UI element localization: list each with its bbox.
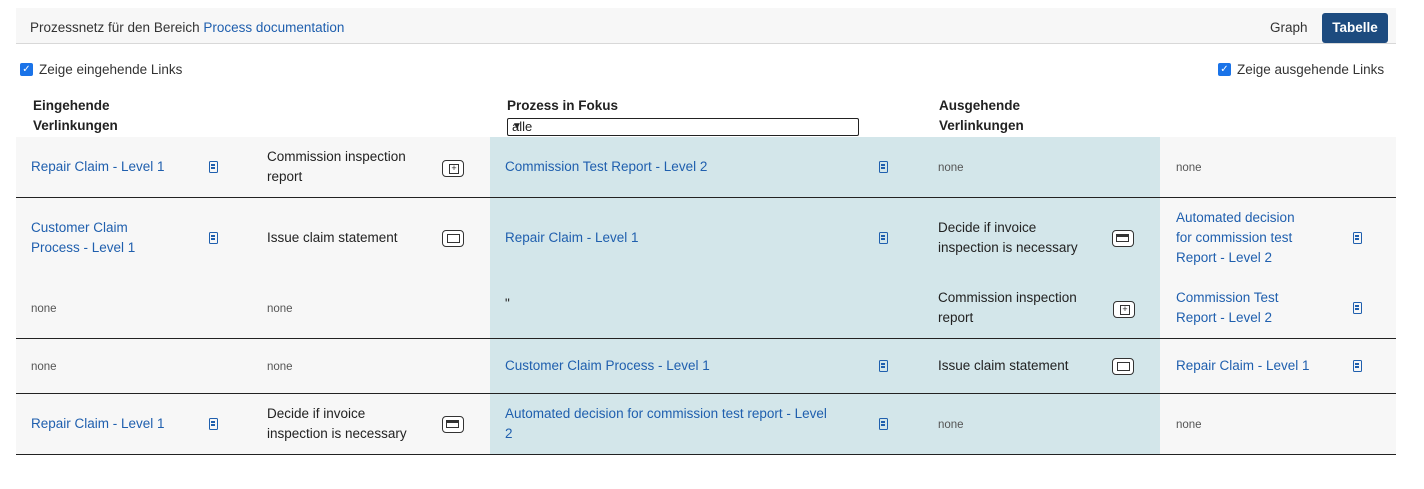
business-rule-icon bbox=[1112, 230, 1134, 247]
focus-process-link[interactable]: Customer Claim Process - Level 1 bbox=[505, 356, 710, 376]
outgoing-process-none: none bbox=[1176, 162, 1202, 174]
incoming-process-link[interactable]: Repair Claim - Level 1 bbox=[31, 157, 165, 177]
breadcrumb: Prozessnetz für den Bereich Process docu… bbox=[30, 20, 344, 35]
outgoing-process-line3[interactable]: Report - Level 2 bbox=[1176, 248, 1295, 268]
focus-process-link[interactable]: Automated decision for commission test r… bbox=[505, 404, 855, 444]
checkbox-checked-icon[interactable]: ✓ bbox=[20, 63, 33, 76]
outgoing-task-line1: Commission inspection bbox=[938, 290, 1077, 305]
outgoing-task-none: none bbox=[938, 162, 964, 174]
document-icon[interactable] bbox=[879, 360, 888, 372]
incoming-process-line1[interactable]: Customer Claim bbox=[31, 218, 135, 238]
subprocess-icon bbox=[442, 160, 464, 177]
show-outgoing-checkbox[interactable]: ✓ Zeige ausgehende Links bbox=[1218, 62, 1384, 77]
document-icon[interactable] bbox=[1353, 360, 1362, 372]
outgoing-process-line1[interactable]: Commission Test bbox=[1176, 288, 1279, 308]
incoming-task-line2: inspection is necessary bbox=[267, 426, 407, 441]
document-icon[interactable] bbox=[1353, 302, 1362, 314]
outgoing-process-link[interactable]: Commission Test Report - Level 2 bbox=[1176, 288, 1279, 328]
incoming-task-line2: report bbox=[267, 169, 303, 184]
show-incoming-checkbox[interactable]: ✓ Zeige eingehende Links bbox=[20, 62, 182, 77]
focus-process-line2[interactable]: 2 bbox=[505, 424, 855, 444]
outgoing-header: Ausgehende Verlinkungen bbox=[939, 96, 1024, 136]
incoming-process-none: none bbox=[31, 303, 57, 315]
incoming-process-none: none bbox=[31, 361, 57, 373]
incoming-header-line1: Eingehende bbox=[33, 98, 110, 113]
incoming-process-link[interactable]: Repair Claim - Level 1 bbox=[31, 414, 165, 434]
focus-ditto-mark: " bbox=[505, 296, 510, 311]
document-icon[interactable] bbox=[879, 232, 888, 244]
outgoing-process-line1[interactable]: Automated decision bbox=[1176, 208, 1295, 228]
focus-process-link[interactable]: Repair Claim - Level 1 bbox=[505, 228, 639, 248]
incoming-task: Decide if invoice inspection is necessar… bbox=[267, 404, 407, 444]
focus-header: Prozess in Fokus bbox=[507, 98, 619, 113]
outgoing-task-none: none bbox=[938, 419, 964, 431]
document-icon[interactable] bbox=[879, 418, 888, 430]
graph-view-button[interactable]: Graph bbox=[1270, 20, 1308, 35]
incoming-task-none: none bbox=[267, 361, 293, 373]
row-divider bbox=[16, 338, 1396, 339]
show-incoming-label: Zeige eingehende Links bbox=[39, 62, 183, 77]
incoming-process-link[interactable]: Customer Claim Process - Level 1 bbox=[31, 218, 135, 258]
breadcrumb-prefix: Prozessnetz für den Bereich bbox=[30, 20, 200, 35]
row-divider bbox=[16, 197, 1396, 198]
document-icon[interactable] bbox=[209, 232, 218, 244]
outgoing-task-line2: inspection is necessary bbox=[938, 240, 1078, 255]
outgoing-task: Commission inspection report bbox=[938, 288, 1077, 328]
focus-process-link[interactable]: Commission Test Report - Level 2 bbox=[505, 157, 707, 177]
outgoing-task: Decide if invoice inspection is necessar… bbox=[938, 218, 1078, 258]
incoming-task-none: none bbox=[267, 303, 293, 315]
outgoing-process-none: none bbox=[1176, 419, 1202, 431]
incoming-task: Commission inspection report bbox=[267, 147, 406, 187]
outgoing-task: Issue claim statement bbox=[938, 358, 1069, 373]
incoming-process-line2[interactable]: Process - Level 1 bbox=[31, 238, 135, 258]
chevron-down-icon: ▼ bbox=[512, 121, 522, 132]
incoming-task-line1: Commission inspection bbox=[267, 149, 406, 164]
message-icon bbox=[442, 230, 464, 247]
outgoing-task-line2: report bbox=[938, 310, 974, 325]
outgoing-process-line2[interactable]: Report - Level 2 bbox=[1176, 308, 1279, 328]
checkbox-checked-icon[interactable]: ✓ bbox=[1218, 63, 1231, 76]
incoming-header: Eingehende Verlinkungen bbox=[33, 96, 118, 136]
table-view-button[interactable]: Tabelle bbox=[1322, 13, 1388, 43]
outgoing-task-line1: Decide if invoice bbox=[938, 220, 1037, 235]
process-net-toolbar: Prozessnetz für den Bereich Process docu… bbox=[16, 8, 1396, 44]
row-divider bbox=[16, 454, 1396, 455]
document-icon[interactable] bbox=[209, 418, 218, 430]
message-icon bbox=[1112, 358, 1134, 375]
breadcrumb-area-link[interactable]: Process documentation bbox=[203, 20, 344, 35]
outgoing-header-line2: Verlinkungen bbox=[939, 118, 1024, 133]
document-icon[interactable] bbox=[1353, 232, 1362, 244]
row-divider bbox=[16, 393, 1396, 394]
focus-process-line1[interactable]: Automated decision for commission test r… bbox=[505, 404, 855, 424]
business-rule-icon bbox=[442, 416, 464, 433]
document-icon[interactable] bbox=[209, 161, 218, 173]
focus-filter-select[interactable]: alle ▼ bbox=[507, 118, 859, 136]
document-icon[interactable] bbox=[879, 161, 888, 173]
outgoing-process-link[interactable]: Automated decision for commission test R… bbox=[1176, 208, 1295, 268]
incoming-header-line2: Verlinkungen bbox=[33, 118, 118, 133]
subprocess-icon bbox=[1113, 301, 1135, 318]
incoming-task: Issue claim statement bbox=[267, 230, 398, 245]
show-outgoing-label: Zeige ausgehende Links bbox=[1237, 62, 1385, 77]
outgoing-process-line2[interactable]: for commission test bbox=[1176, 228, 1295, 248]
outgoing-header-line1: Ausgehende bbox=[939, 98, 1021, 113]
incoming-task-line1: Decide if invoice bbox=[267, 406, 366, 421]
outgoing-process-link[interactable]: Repair Claim - Level 1 bbox=[1176, 356, 1310, 376]
